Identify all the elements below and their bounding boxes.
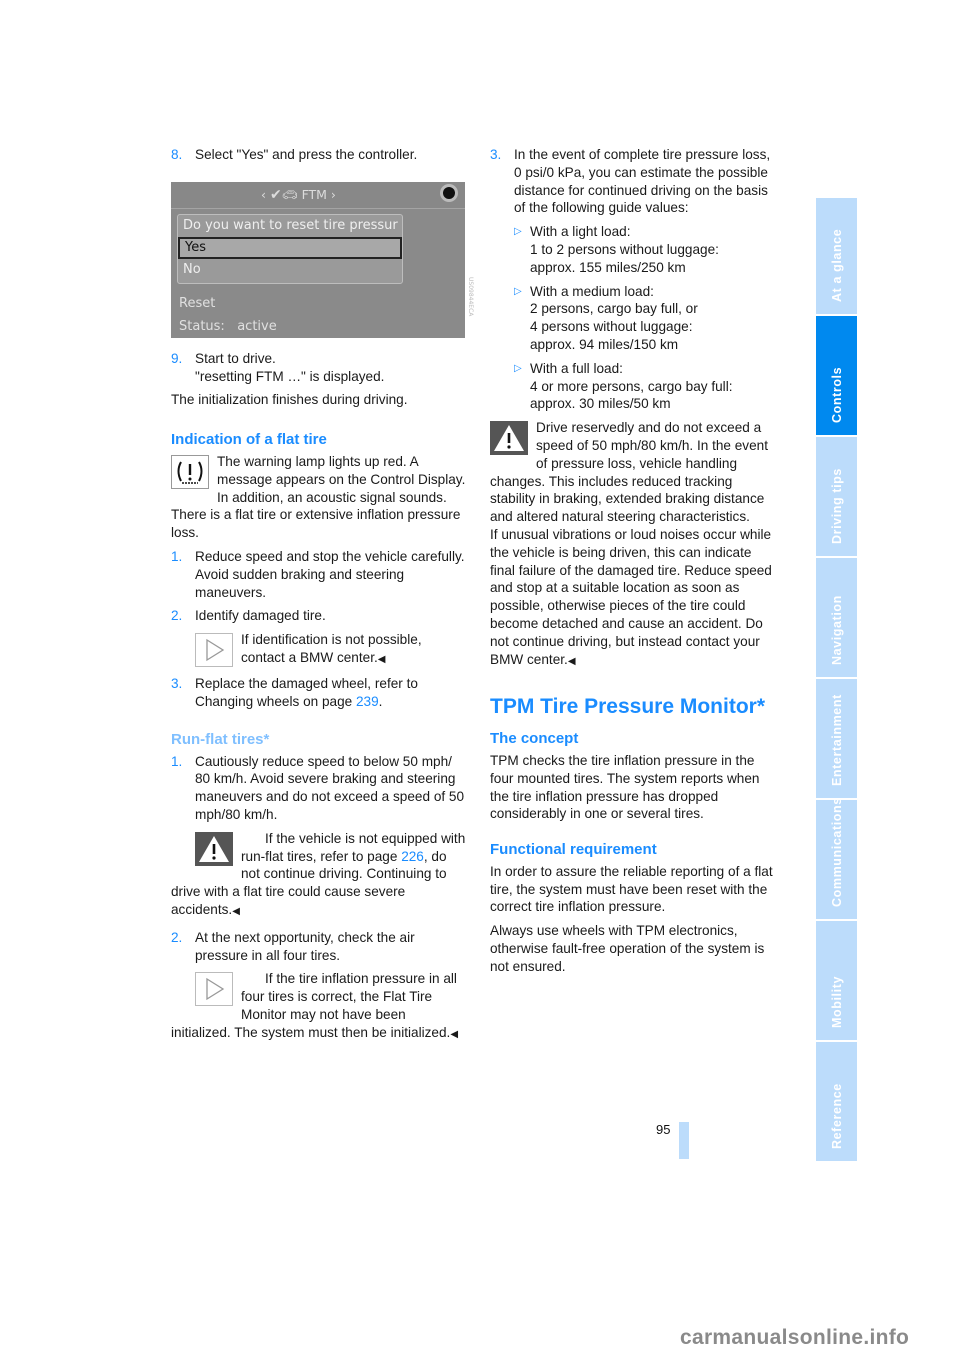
step-text: In the event of complete tire pressure l… bbox=[514, 147, 771, 216]
step-number: 1. bbox=[171, 548, 183, 564]
end-mark: ◀ bbox=[567, 655, 576, 667]
step-number: 2. bbox=[171, 608, 183, 624]
warning-icon bbox=[195, 831, 233, 866]
tab-at-a-glance[interactable]: At a glance bbox=[816, 198, 857, 314]
functional-text-2: Always use wheels with TPM electronics, … bbox=[490, 923, 765, 974]
functional-text-1: In order to assure the reliable reportin… bbox=[490, 863, 773, 915]
display-header: ‹ ✔🚗︎ FTM › bbox=[171, 181, 465, 209]
flat-tire-intro: The warning lamp lights up red. A messag… bbox=[217, 453, 466, 505]
warning-text-2: If unusual vibrations or loud noises occ… bbox=[490, 526, 772, 667]
reset-label: Reset bbox=[179, 295, 216, 311]
load-item-light: ▷ With a light load: 1 to 2 persons with… bbox=[514, 224, 719, 275]
bullet-triangle-icon: ▷ bbox=[514, 362, 522, 374]
tab-entertainment[interactable]: Entertainment bbox=[816, 679, 857, 798]
option-yes[interactable]: Yes bbox=[178, 236, 402, 259]
note-text: If identification is not possible, conta… bbox=[241, 632, 422, 665]
end-mark: ◀ bbox=[450, 1028, 459, 1040]
option-no[interactable]: No bbox=[178, 259, 402, 281]
load-label: With a full load: bbox=[530, 360, 623, 376]
step-number: 9. bbox=[171, 350, 183, 366]
step-9: 9. Start to drive. "resetting FTM …" is … bbox=[171, 350, 466, 386]
step-text-2: "resetting FTM …" is displayed. bbox=[195, 368, 385, 384]
end-mark: ◀ bbox=[377, 653, 386, 665]
step-8: 8. Select "Yes" and press the controller… bbox=[171, 146, 466, 164]
step-number: 8. bbox=[171, 147, 183, 162]
concept-text: TPM checks the tire inflation pressure i… bbox=[490, 752, 760, 822]
right-column: 3. In the event of complete tire pressur… bbox=[490, 146, 780, 976]
page-link-239[interactable]: 239 bbox=[356, 694, 379, 709]
reset-menu: Do you want to reset tire pressur Yes No bbox=[177, 213, 403, 284]
step-number: 3. bbox=[171, 676, 183, 692]
control-display-screenshot: ‹ ✔🚗︎ FTM › Do you want to reset tire pr… bbox=[171, 181, 474, 338]
display-title: ‹ ✔🚗︎ FTM › bbox=[261, 186, 336, 203]
flat-tire-intro-rest: There is a flat tire or extensive inflat… bbox=[171, 507, 461, 541]
warning-text-1: Drive reservedly and do not exceed a spe… bbox=[490, 420, 768, 525]
image-code: US09844ECA bbox=[467, 276, 474, 317]
tab-driving-tips[interactable]: Driving tips bbox=[816, 437, 857, 556]
controller-icon bbox=[443, 186, 455, 199]
note-icon bbox=[195, 633, 233, 668]
step-text: Cautiously reduce speed to below 50 mph/… bbox=[195, 753, 465, 822]
page-number: 95 bbox=[656, 1122, 671, 1137]
reset-question: Do you want to reset tire pressur bbox=[183, 217, 398, 233]
step-text: At the next opportunity, check the air p… bbox=[195, 929, 415, 963]
run-flat-heading: Run-flat tires* bbox=[171, 730, 270, 748]
load-item-medium: ▷ With a medium load: 2 persons, cargo b… bbox=[514, 283, 698, 352]
step-text: Select "Yes" and press the controller. bbox=[195, 147, 418, 162]
tab-controls[interactable]: Controls bbox=[816, 316, 857, 435]
page-link-226[interactable]: 226 bbox=[401, 849, 424, 864]
note-icon bbox=[195, 972, 233, 1007]
flat-step-1: 1. Reduce speed and stop the vehicle car… bbox=[171, 548, 466, 601]
tab-communications[interactable]: Communications bbox=[816, 797, 857, 919]
flat-tire-heading: Indication of a flat tire bbox=[171, 431, 327, 449]
functional-requirement-heading: Functional requirement bbox=[490, 841, 657, 859]
step-text: Reduce speed and stop the vehicle carefu… bbox=[195, 548, 465, 600]
runflat-step-2: 2. At the next opportunity, check the ai… bbox=[171, 929, 466, 965]
concept-heading: The concept bbox=[490, 730, 579, 748]
load-item-full: ▷ With a full load: 4 or more persons, c… bbox=[514, 360, 733, 412]
flat-step-3: 3. Replace the damaged wheel, refer to C… bbox=[171, 676, 418, 709]
bullet-triangle-icon: ▷ bbox=[514, 285, 522, 297]
tab-navigation[interactable]: Navigation bbox=[816, 558, 857, 677]
tab-mobility[interactable]: Mobility bbox=[816, 921, 857, 1040]
load-label: With a light load: bbox=[530, 224, 631, 240]
step-text: Replace the damaged wheel, refer to Chan… bbox=[195, 676, 418, 709]
init-note: The initialization finishes during drivi… bbox=[171, 392, 408, 408]
step-text: Identify damaged tire. bbox=[195, 608, 326, 624]
flat-step-2: 2. Identify damaged tire. If identificat… bbox=[171, 607, 466, 669]
left-column: 8. Select "Yes" and press the controller… bbox=[171, 146, 474, 1044]
step-number: 3. bbox=[490, 147, 502, 162]
step-number: 2. bbox=[171, 929, 183, 945]
tab-reference[interactable]: Reference bbox=[816, 1042, 857, 1161]
step-3: 3. In the event of complete tire pressur… bbox=[490, 146, 780, 413]
load-list: ▷ With a light load: 1 to 2 persons with… bbox=[514, 223, 780, 413]
tire-pressure-warning-icon bbox=[171, 454, 209, 489]
step-number: 1. bbox=[171, 753, 183, 769]
bullet-triangle-icon: ▷ bbox=[514, 226, 522, 238]
chapter-tabs: At a glance Controls Driving tips Naviga… bbox=[816, 198, 857, 1163]
page-marker-bar bbox=[679, 1122, 689, 1159]
load-label: With a medium load: bbox=[530, 283, 654, 299]
runflat-step-1: 1. Cautiously reduce speed to below 50 m… bbox=[171, 753, 466, 824]
status-label: Status: bbox=[179, 318, 225, 334]
status-line: Status: active bbox=[179, 318, 277, 336]
warning-icon bbox=[490, 421, 528, 456]
watermark[interactable]: carmanualsonline.info bbox=[680, 1326, 909, 1350]
step-text: Start to drive. bbox=[195, 350, 276, 366]
tpm-heading: TPM Tire Pressure Monitor* bbox=[490, 695, 766, 719]
end-mark: ◀ bbox=[232, 905, 240, 917]
status-value: active bbox=[237, 318, 277, 334]
